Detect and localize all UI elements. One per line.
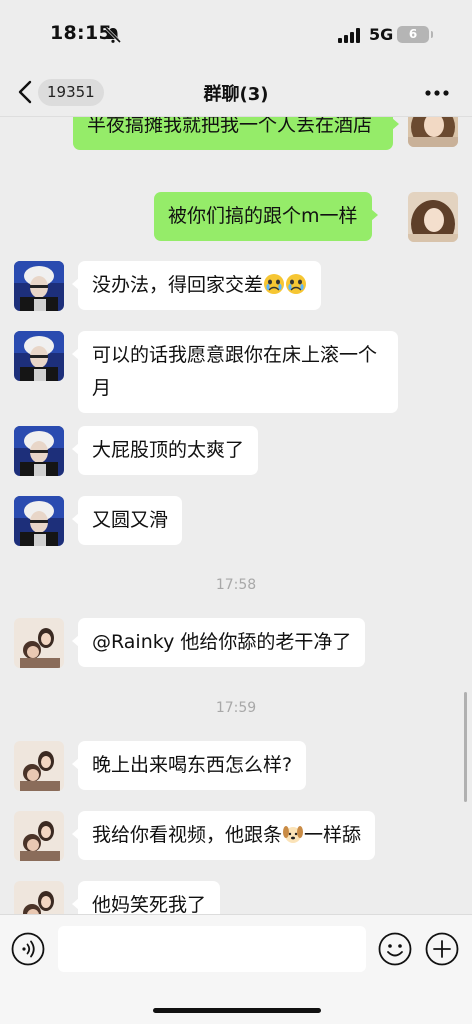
my-avatar[interactable] (408, 192, 458, 242)
message-bubble-incoming[interactable]: 没办法，得回家交差 (71, 261, 322, 310)
crying-face-icon (264, 274, 285, 294)
timestamp: 17:58 (215, 577, 257, 593)
crying-face-icon (286, 274, 307, 294)
voice-icon[interactable] (11, 932, 45, 966)
contact-avatar-art[interactable] (14, 426, 64, 476)
message-bubble-outgoing[interactable]: 被你们搞的跟个m一样 (154, 192, 378, 241)
message-input[interactable] (58, 926, 366, 972)
contact-avatar-art[interactable] (14, 496, 64, 546)
network-type: 5G (369, 25, 394, 44)
message-bubble-incoming[interactable]: 可以的话我愿意跟你在床上滚一个月 (72, 331, 398, 413)
message-bubble-incoming[interactable]: 我给你看视频，他跟条 一样舔 (71, 811, 376, 860)
bell-slash-icon (104, 26, 122, 44)
message-list[interactable]: 半夜搞摊我就把我一个人丢在酒店 被你们搞的跟个m一样 没办法，得回家交差 可以的… (0, 117, 472, 914)
my-avatar[interactable] (408, 117, 458, 147)
contact-avatar-art[interactable] (14, 261, 64, 311)
message-bubble-incoming[interactable]: 又圆又滑 (71, 496, 183, 545)
dog-face-icon (283, 826, 304, 843)
contact-avatar-photo[interactable] (14, 881, 64, 914)
scrollbar[interactable] (464, 692, 467, 802)
smiley-icon[interactable] (378, 932, 412, 966)
nav-bar: 19351 群聊(3) (0, 70, 472, 116)
message-bubble-incoming[interactable]: 大屁股顶的太爽了 (71, 426, 259, 475)
contact-avatar-photo[interactable] (14, 741, 64, 791)
more-dots-icon[interactable] (424, 89, 450, 97)
status-time: 18:15 (50, 22, 112, 44)
cell-signal-icon (338, 28, 360, 43)
message-bubble-outgoing[interactable]: 半夜搞摊我就把我一个人丢在酒店 (73, 117, 399, 150)
contact-avatar-photo[interactable] (14, 811, 64, 861)
message-bubble-incoming[interactable]: 他妈笑死我了 (71, 881, 221, 914)
contact-avatar-art[interactable] (14, 331, 64, 381)
message-bubble-incoming[interactable]: 晚上出来喝东西怎么样? (71, 741, 307, 790)
battery-indicator: 6 (397, 26, 433, 43)
home-indicator[interactable] (153, 1008, 321, 1013)
message-bubble-incoming[interactable]: @Rainky 他给你舔的老干净了 (71, 618, 366, 667)
timestamp: 17:59 (215, 700, 257, 716)
contact-avatar-photo[interactable] (14, 618, 64, 668)
battery-level: 6 (408, 27, 418, 41)
chat-title: 群聊(3) (203, 84, 269, 105)
status-bar: 18:15 5G 6 (0, 0, 472, 70)
plus-icon[interactable] (425, 932, 459, 966)
